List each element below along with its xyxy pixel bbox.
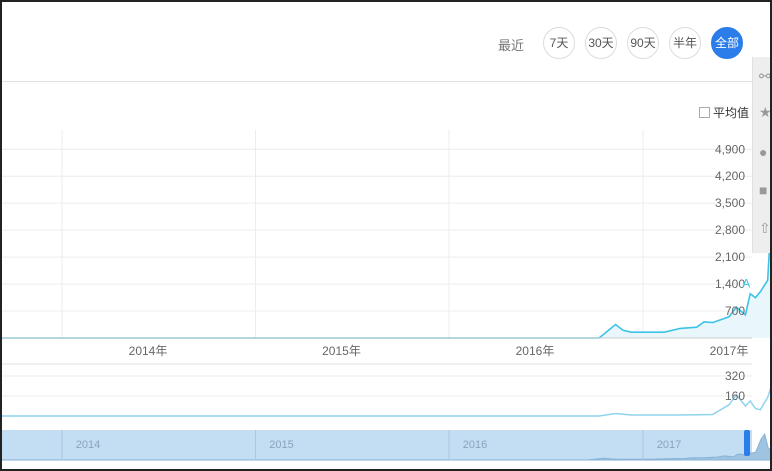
- top-icon[interactable]: ⇧: [759, 221, 772, 235]
- main-y-tick-label: 4,200: [715, 169, 745, 183]
- navigator-x-tick-label: 2014: [76, 439, 100, 451]
- main-y-tick-label: 1,400: [715, 277, 745, 291]
- secondary-y-axis: 160320: [725, 369, 745, 403]
- navigator-x-tick-label: 2017: [657, 439, 681, 451]
- chart-canvas: 7001,4002,1002,8003,5004,2004,900 2014年 2…: [0, 122, 772, 461]
- download-icon[interactable]: ■: [759, 183, 772, 197]
- main-plot-area: [0, 130, 752, 338]
- navigator[interactable]: [0, 430, 752, 460]
- comment-icon[interactable]: ●: [759, 145, 772, 159]
- main-y-tick-label: 4,900: [715, 142, 745, 156]
- main-y-tick-label: 2,100: [715, 250, 745, 264]
- main-x-tick-label: 2017年: [710, 344, 749, 358]
- navigator-x-tick-label: 2015: [269, 439, 293, 451]
- side-toolbar: ⚯ ★ ● ■ ⇧: [752, 57, 772, 253]
- main-y-tick-label: 700: [725, 304, 745, 318]
- secondary-grid: [0, 375, 752, 397]
- main-x-tick-label: 2014年: [129, 344, 168, 358]
- navigator-handle-right[interactable]: [744, 430, 750, 456]
- main-x-axis: 2014年 2015年 2016年 2017年: [129, 344, 749, 358]
- main-x-tick-label: 2016年: [516, 344, 555, 358]
- annotation-a: A: [742, 277, 750, 291]
- main-x-tick-label: 2015年: [322, 344, 361, 358]
- navigator-x-tick-label: 2016: [463, 439, 487, 451]
- secondary-y-tick-label: 160: [725, 389, 745, 403]
- main-y-tick-label: 2,800: [715, 223, 745, 237]
- star-icon[interactable]: ★: [759, 105, 772, 119]
- secondary-y-tick-label: 320: [725, 369, 745, 383]
- share-icon[interactable]: ⚯: [759, 69, 772, 83]
- main-y-tick-label: 3,500: [715, 196, 745, 210]
